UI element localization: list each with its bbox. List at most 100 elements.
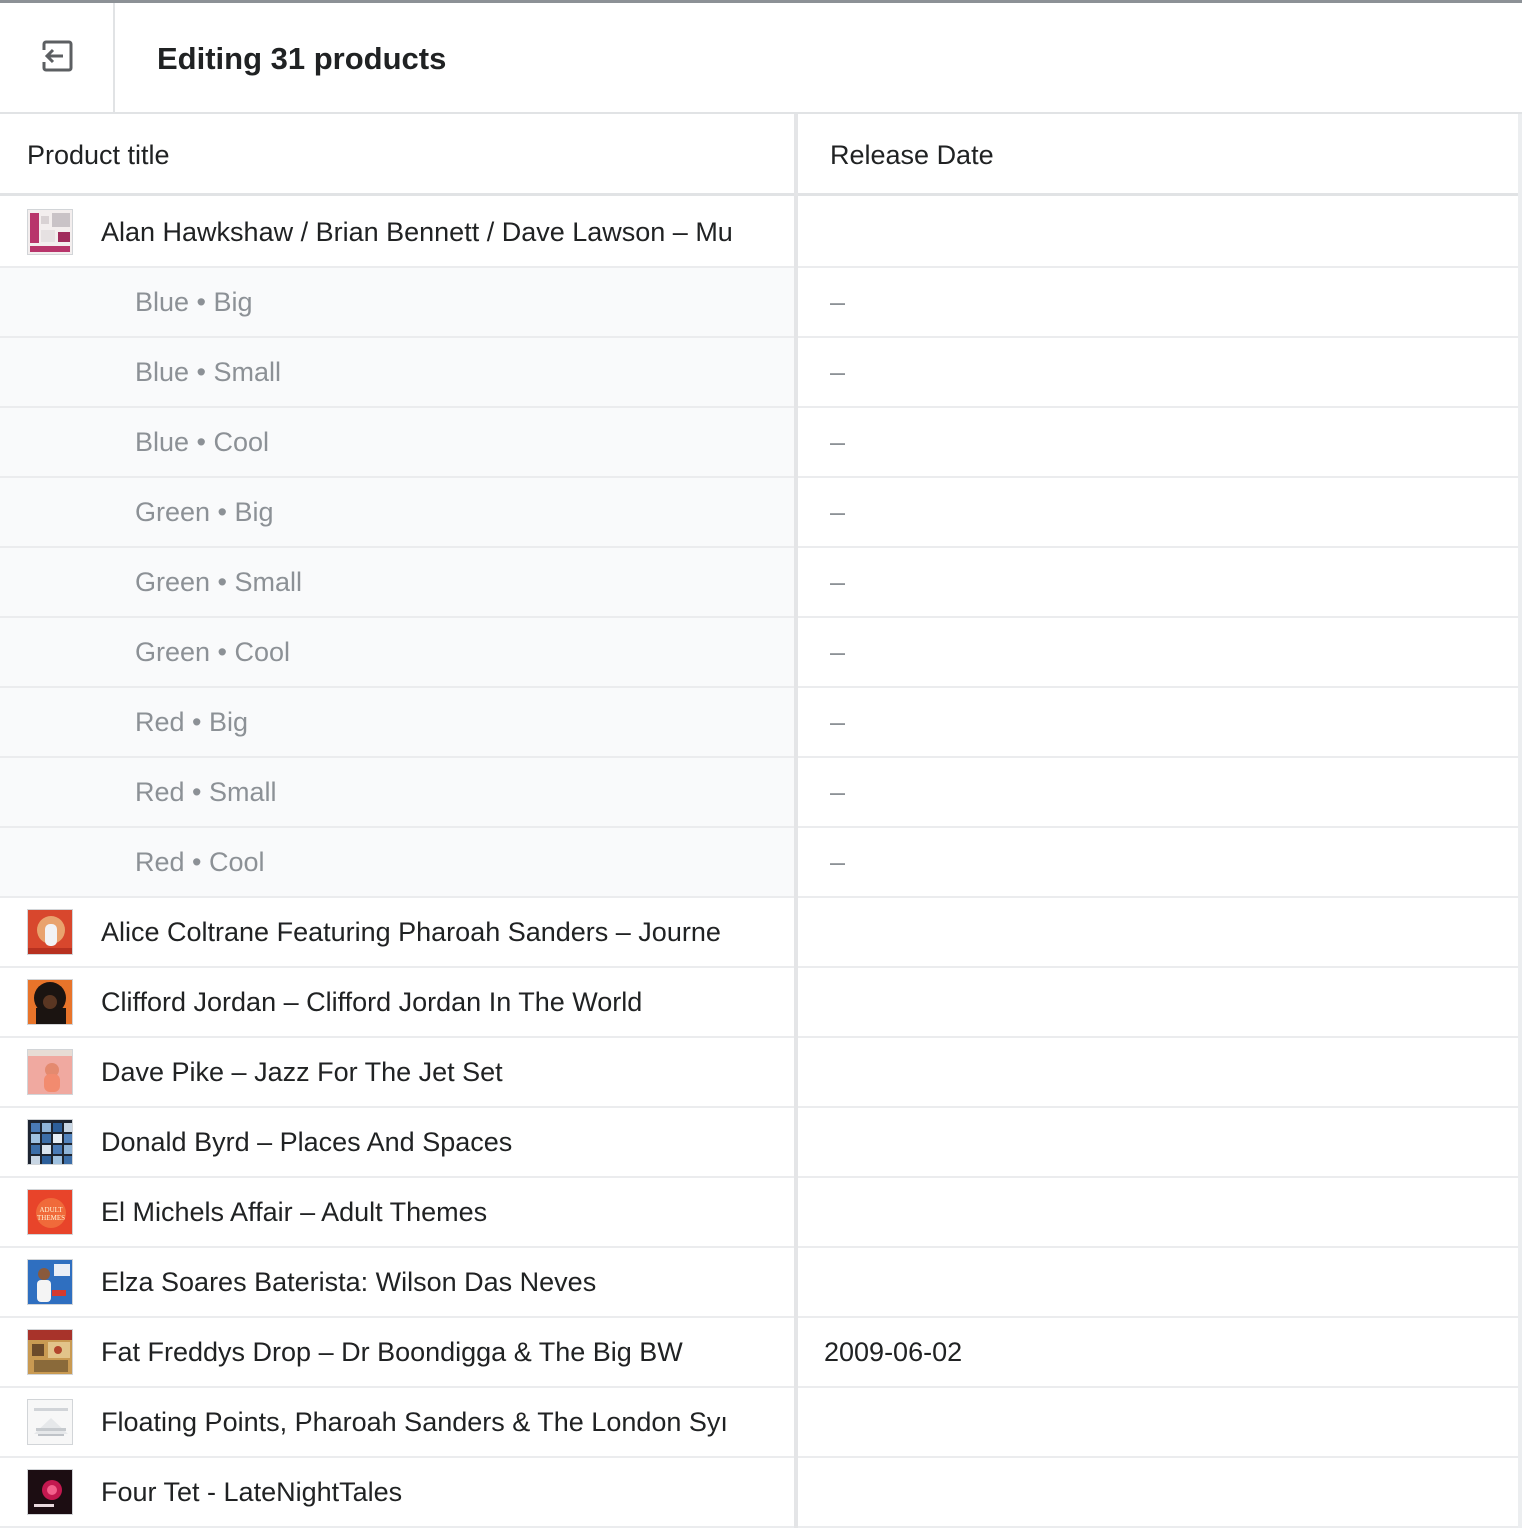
release-date-value: 2009-06-02 [824,1336,963,1367]
release-date-cell[interactable]: – [798,338,1518,406]
empty-value: – [830,356,846,387]
product-title: Dave Pike – Jazz For The Jet Set [101,1056,503,1087]
table-row: Dave Pike – Jazz For The Jet Set [0,1038,1522,1108]
column-header-product-title[interactable]: Product title [0,114,794,196]
table-row: Clifford Jordan – Clifford Jordan In The… [0,968,1522,1038]
empty-value: – [830,846,846,877]
product-title-cell[interactable]: Elza Soares Baterista: Wilson Das Neves [0,1248,794,1316]
release-date-cell[interactable]: – [798,478,1518,546]
album-cover-image [27,1259,73,1305]
variant-title: Red • Cool [135,846,265,877]
album-cover-image [27,1049,73,1095]
album-cover-image [27,1329,73,1375]
variant-title-cell: Blue • Small [0,338,794,406]
release-date-cell[interactable] [798,968,1518,1036]
variant-title-cell: Green • Cool [0,618,794,686]
variant-title-cell: Red • Small [0,758,794,826]
release-date-cell[interactable]: – [798,548,1518,616]
table-row: Donald Byrd – Places And Spaces [0,1108,1522,1178]
variant-title: Blue • Cool [135,426,270,457]
product-title: Alan Hawkshaw / Brian Bennett / Dave Law… [101,216,733,247]
table-row: Elza Soares Baterista: Wilson Das Neves [0,1248,1522,1318]
table-row: Blue • Small – [0,338,1522,408]
empty-value: – [830,636,846,667]
product-title: Elza Soares Baterista: Wilson Das Neves [101,1266,597,1297]
product-title: El Michels Affair – Adult Themes [101,1196,488,1227]
variant-title-cell: Blue • Big [0,268,794,336]
release-date-cell[interactable]: – [798,688,1518,756]
table-row: Red • Big – [0,688,1522,758]
release-date-cell[interactable] [798,1458,1518,1526]
product-title: Donald Byrd – Places And Spaces [101,1126,513,1157]
table-row: Fat Freddys Drop – Dr Boondigga & The Bi… [0,1318,1522,1388]
table-row: Alan Hawkshaw / Brian Bennett / Dave Law… [0,198,1522,268]
album-cover-image: ADULT THEMES [27,1189,73,1235]
variant-title: Green • Small [135,566,303,597]
variant-title: Green • Big [135,496,274,527]
table-row: Green • Small – [0,548,1522,618]
album-cover-image [27,909,73,955]
product-title-cell[interactable]: Donald Byrd – Places And Spaces [0,1108,794,1176]
release-date-cell[interactable] [798,198,1518,266]
table-row: ADULT THEMES El Michels Affair – Adult T… [0,1178,1522,1248]
release-date-cell[interactable]: – [798,758,1518,826]
table-row: Four Tet - LateNightTales [0,1458,1522,1528]
grid-right-edge [1518,114,1522,1528]
product-title-cell[interactable]: Fat Freddys Drop – Dr Boondigga & The Bi… [0,1318,794,1386]
grid-rows: Alan Hawkshaw / Brian Bennett / Dave Law… [0,198,1522,1528]
product-title: Alice Coltrane Featuring Pharoah Sanders… [101,916,721,947]
table-row: Blue • Cool – [0,408,1522,478]
table-row: Red • Small – [0,758,1522,828]
empty-value: – [830,566,846,597]
variant-title-cell: Blue • Cool [0,408,794,476]
product-title: Floating Points, Pharoah Sanders & The L… [101,1406,728,1437]
page-header: Editing 31 products [0,3,1522,114]
release-date-cell[interactable] [798,898,1518,966]
variant-title-cell: Red • Big [0,688,794,756]
empty-value: – [830,496,846,527]
product-title-cell[interactable]: Floating Points, Pharoah Sanders & The L… [0,1388,794,1456]
product-title-cell[interactable]: Four Tet - LateNightTales [0,1458,794,1526]
product-title-cell[interactable]: ADULT THEMES El Michels Affair – Adult T… [0,1178,794,1246]
empty-value: – [830,426,846,457]
release-date-cell[interactable] [798,1038,1518,1106]
album-cover-image [27,979,73,1025]
release-date-cell[interactable] [798,1388,1518,1456]
table-row: Green • Cool – [0,618,1522,688]
album-cover-image [27,209,73,255]
product-title-cell[interactable]: Alan Hawkshaw / Brian Bennett / Dave Law… [0,198,794,266]
release-date-cell[interactable] [798,1178,1518,1246]
release-date-cell[interactable]: – [798,408,1518,476]
table-row: Red • Cool – [0,828,1522,898]
variant-title: Red • Big [135,706,249,737]
release-date-cell[interactable]: 2009-06-02 [798,1318,1518,1386]
table-row: Floating Points, Pharoah Sanders & The L… [0,1388,1522,1458]
variant-title: Blue • Big [135,286,253,317]
release-date-cell[interactable] [798,1108,1518,1176]
product-title-cell[interactable]: Clifford Jordan – Clifford Jordan In The… [0,968,794,1036]
column-divider[interactable] [794,114,798,1528]
variant-title: Green • Cool [135,636,291,667]
release-date-cell[interactable]: – [798,828,1518,896]
product-title: Clifford Jordan – Clifford Jordan In The… [101,986,643,1017]
empty-value: – [830,776,846,807]
table-row: Blue • Big – [0,268,1522,338]
empty-value: – [830,286,846,317]
release-date-cell[interactable]: – [798,618,1518,686]
variant-title-cell: Green • Small [0,548,794,616]
album-cover-image [27,1399,73,1445]
empty-value: – [830,706,846,737]
variant-title-cell: Green • Big [0,478,794,546]
release-date-cell[interactable]: – [798,268,1518,336]
album-cover-image [27,1119,73,1165]
variant-title: Blue • Small [135,356,282,387]
column-header-release-date[interactable]: Release Date [798,114,1518,196]
product-title: Fat Freddys Drop – Dr Boondigga & The Bi… [101,1336,683,1367]
product-title-cell[interactable]: Dave Pike – Jazz For The Jet Set [0,1038,794,1106]
variant-title-cell: Red • Cool [0,828,794,896]
table-row: Alice Coltrane Featuring Pharoah Sanders… [0,898,1522,968]
product-title-cell[interactable]: Alice Coltrane Featuring Pharoah Sanders… [0,898,794,966]
exit-button[interactable] [0,3,115,114]
product-title: Four Tet - LateNightTales [101,1476,403,1507]
release-date-cell[interactable] [798,1248,1518,1316]
